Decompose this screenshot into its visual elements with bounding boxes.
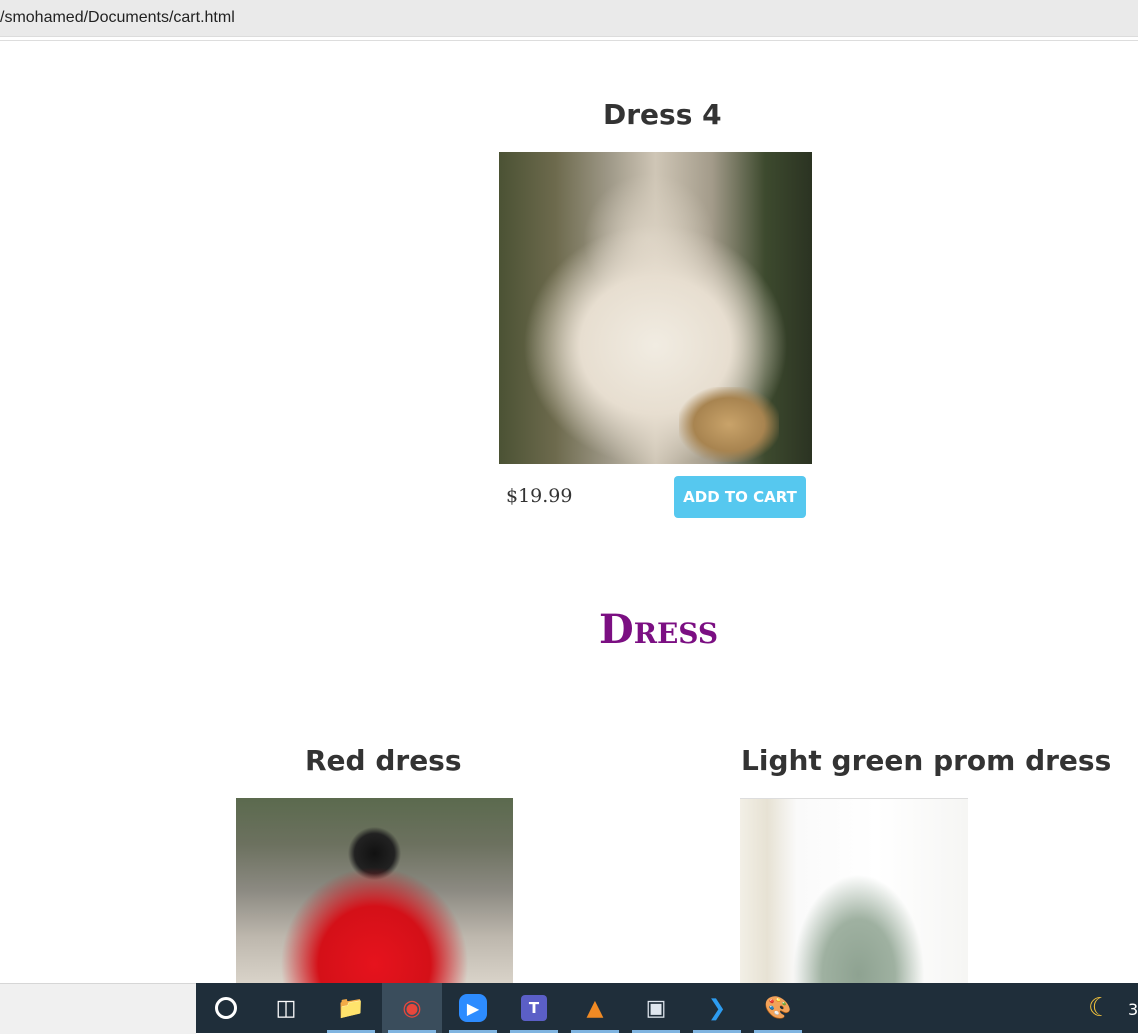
product-title: Dress 4 (603, 98, 722, 131)
cortana-button[interactable] (196, 983, 256, 1033)
zoom-icon: ▶ (459, 994, 487, 1022)
address-url[interactable]: /smohamed/Documents/cart.html (0, 9, 235, 27)
add-to-cart-button[interactable]: ADD TO CART (674, 476, 806, 518)
circle-icon (215, 997, 237, 1019)
vscode-icon: ❯ (707, 995, 727, 1021)
product-title-red-dress: Red dress (305, 744, 462, 777)
section-title: Dress (599, 606, 719, 653)
chrome-icon: ◉ (402, 995, 422, 1021)
vscode-button[interactable]: ❯ (687, 983, 747, 1033)
taskbar-search-area[interactable] (0, 983, 196, 1034)
bouquet-detail (679, 387, 779, 462)
paint-icon: 🎨 (764, 995, 792, 1021)
chrome-button[interactable]: ◉ (382, 983, 442, 1033)
task-view-button[interactable]: ◫ (256, 983, 316, 1033)
product-price: $19.99 (506, 485, 573, 507)
vlc-button[interactable]: ▲ (565, 983, 625, 1033)
folder-icon: 📁 (337, 995, 365, 1021)
paint-button[interactable]: 🎨 (748, 983, 808, 1033)
product-image-red-dress (236, 798, 513, 983)
product-image (499, 152, 812, 464)
media-player-icon: ▣ (645, 995, 667, 1021)
taskbar: ◫ 📁 ◉ ▶ T ▲ ▣ ❯ 🎨 (196, 983, 1138, 1033)
taskbar-clock[interactable]: 3 (1128, 1000, 1138, 1019)
product-image-green-dress (740, 798, 968, 984)
zoom-button[interactable]: ▶ (443, 983, 503, 1033)
media-player-button[interactable]: ▣ (626, 983, 686, 1033)
night-light-icon[interactable]: ☾ (1088, 993, 1111, 1023)
file-explorer-button[interactable]: 📁 (321, 983, 381, 1033)
divider (0, 40, 1138, 41)
address-bar[interactable]: /smohamed/Documents/cart.html (0, 0, 1138, 37)
task-view-icon: ◫ (275, 995, 297, 1021)
teams-icon: T (521, 995, 547, 1021)
vlc-icon: ▲ (586, 995, 604, 1021)
teams-button[interactable]: T (504, 983, 564, 1033)
product-title-green-dress: Light green prom dress (741, 744, 1112, 777)
